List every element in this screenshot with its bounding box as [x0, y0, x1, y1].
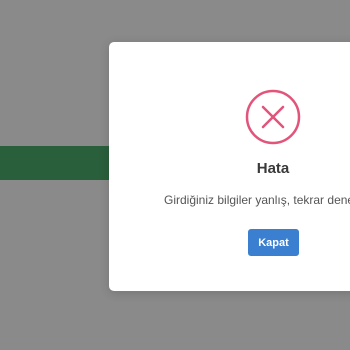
dialog-message: Girdiğiniz bilgiler yanlış, tekrar deney… [164, 193, 350, 207]
dialog-title: Hata [256, 160, 290, 177]
error-dialog: Hata Girdiğiniz bilgiler yanlış, tekrar … [109, 42, 350, 291]
error-x-icon [245, 89, 301, 145]
page: Hata Girdiğiniz bilgiler yanlış, tekrar … [0, 0, 350, 350]
close-button[interactable]: Kapat [248, 229, 299, 256]
